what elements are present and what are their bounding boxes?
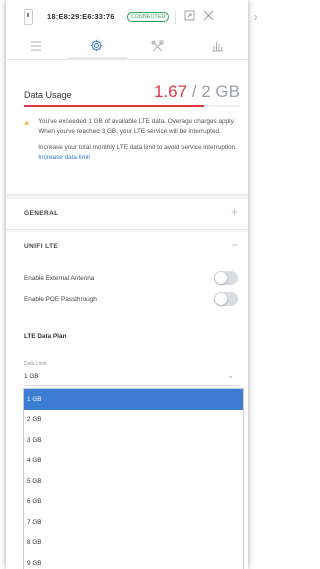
data-limit-value: 1 GB bbox=[24, 373, 39, 380]
device-icon bbox=[24, 8, 33, 25]
dropdown-option[interactable]: 3 GB bbox=[24, 430, 243, 451]
poe-passthrough-row: Enable POE Passthrough bbox=[24, 292, 238, 308]
usage-label: Data Usage bbox=[24, 90, 72, 100]
dropdown-option[interactable]: 7 GB bbox=[24, 512, 243, 533]
section-general-title: GENERAL bbox=[24, 210, 59, 217]
external-antenna-row: Enable External Antenna bbox=[24, 271, 238, 287]
data-limit-dropdown: 1 GB 2 GB 3 GB 4 GB 5 GB 6 GB 7 GB 8 GB 9 GB bbox=[23, 388, 244, 569]
tools-icon bbox=[151, 40, 164, 51]
dropdown-option[interactable]: 9 GB bbox=[24, 553, 243, 569]
collapse-icon[interactable]: − bbox=[231, 239, 238, 251]
maximize-icon[interactable] bbox=[184, 10, 195, 23]
device-mac: 18:E8:29:E6:33:76 bbox=[47, 12, 115, 21]
gear-icon bbox=[91, 39, 103, 51]
dropdown-option[interactable]: 6 GB bbox=[24, 492, 243, 513]
usage-separator: / bbox=[191, 82, 197, 101]
warning-second-text: Increase your total monthly LTE data lim… bbox=[38, 144, 238, 151]
device-panel: 18:E8:29:E6:33:76 CONNECTED Data Usage 1… bbox=[6, 0, 248, 569]
tab-settings[interactable] bbox=[66, 33, 127, 59]
usage-used: 1.67 bbox=[153, 82, 188, 101]
overage-warning: You've exceeded 1 GB of available LTE da… bbox=[24, 117, 238, 169]
dropdown-option[interactable]: 4 GB bbox=[24, 451, 243, 472]
warning-second: Increase your total monthly LTE data lim… bbox=[38, 143, 238, 162]
poe-passthrough-label: Enable POE Passthrough bbox=[24, 296, 97, 303]
section-unifi-lte-title: UNIFI LTE bbox=[24, 243, 59, 250]
toggle-knob bbox=[215, 272, 227, 284]
chevron-right-icon[interactable]: › bbox=[248, 0, 263, 33]
dropdown-option[interactable]: 1 GB bbox=[24, 389, 243, 410]
tab-statistics[interactable] bbox=[188, 33, 249, 59]
external-antenna-label: Enable External Antenna bbox=[24, 275, 95, 282]
external-antenna-toggle[interactable] bbox=[214, 271, 238, 285]
usage-progress-bar bbox=[24, 105, 240, 107]
status-badge: CONNECTED bbox=[127, 11, 170, 22]
warning-icon bbox=[24, 120, 29, 125]
close-icon[interactable] bbox=[203, 10, 214, 23]
dropdown-option[interactable]: 2 GB bbox=[24, 410, 243, 431]
bar-chart-icon bbox=[212, 42, 224, 52]
toggle-knob bbox=[215, 293, 227, 305]
list-icon bbox=[31, 41, 42, 51]
tab-list[interactable] bbox=[6, 33, 67, 59]
usage-value: 1.67 / 2 GB bbox=[154, 82, 240, 102]
dropdown-option[interactable]: 8 GB bbox=[24, 533, 243, 554]
increase-data-limit-link[interactable]: Increase data limit bbox=[38, 154, 90, 161]
poe-passthrough-toggle[interactable] bbox=[214, 292, 238, 306]
top-bar: 18:E8:29:E6:33:76 CONNECTED bbox=[6, 0, 248, 34]
lte-data-plan-title: LTE Data Plan bbox=[24, 333, 67, 340]
data-limit-label: Data Limit bbox=[24, 361, 47, 367]
usage-header: Data Usage 1.67 / 2 GB bbox=[24, 76, 240, 102]
warning-main: You've exceeded 1 GB of available LTE da… bbox=[38, 118, 236, 135]
warning-text: You've exceeded 1 GB of available LTE da… bbox=[38, 117, 238, 169]
chevron-down-icon: ⌄ bbox=[227, 371, 234, 380]
usage-limit: 2 GB bbox=[201, 82, 240, 101]
data-limit-select[interactable]: 1 GB ⌄ bbox=[24, 369, 238, 386]
dropdown-option[interactable]: 5 GB bbox=[24, 471, 243, 492]
expand-icon[interactable]: + bbox=[231, 206, 238, 218]
tab-bar bbox=[6, 33, 248, 60]
section-general[interactable]: GENERAL + bbox=[6, 199, 248, 230]
data-usage-card: Data Usage 1.67 / 2 GB You've exceeded 1… bbox=[6, 60, 248, 195]
tab-tools[interactable] bbox=[127, 33, 188, 59]
divider bbox=[175, 9, 177, 24]
usage-progress-fill bbox=[24, 105, 205, 107]
